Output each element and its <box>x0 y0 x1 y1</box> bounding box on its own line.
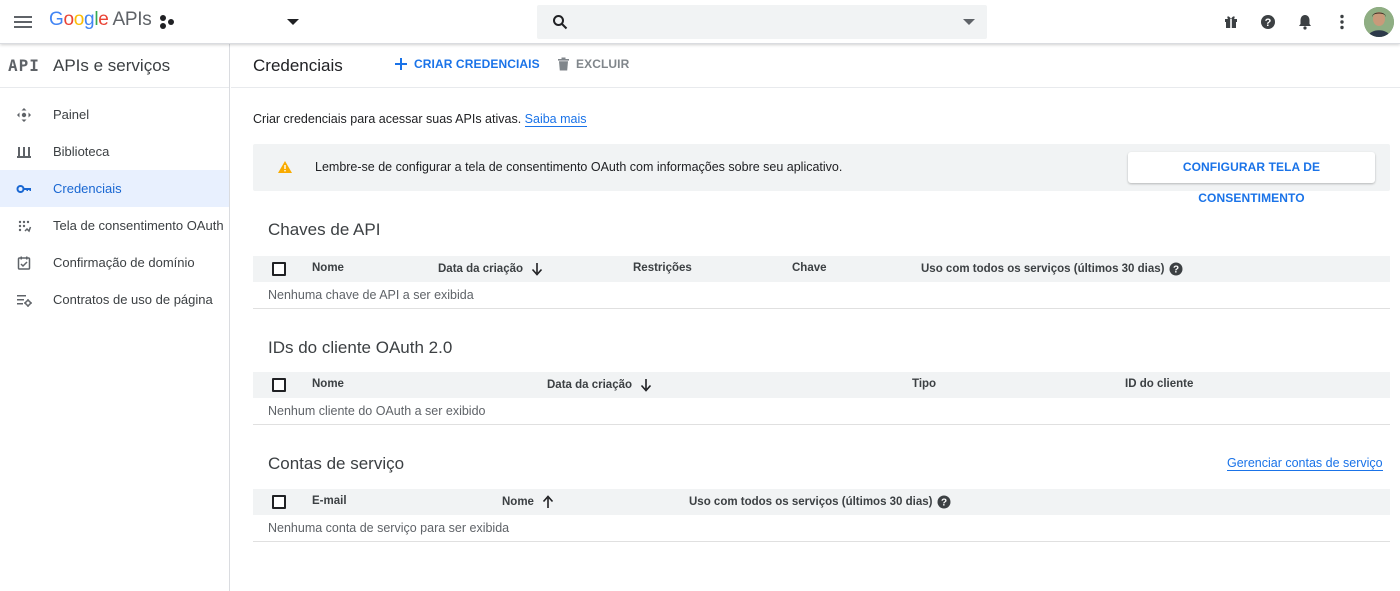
api-keys-table-header: Nome Data da criação Restrições Chave Us… <box>253 256 1390 282</box>
create-credentials-label: CRIAR CREDENCIAIS <box>414 57 540 71</box>
sidebar-item-label: Biblioteca <box>53 144 110 159</box>
oauth-table-header: Nome Data da criação Tipo ID do cliente <box>253 372 1390 398</box>
learn-more-link[interactable]: Saiba mais <box>524 112 587 127</box>
sidebar-item-credenciais[interactable]: Credenciais <box>0 170 229 207</box>
plus-icon <box>395 58 407 70</box>
sidebar-title: APIs e serviços <box>53 56 171 75</box>
column-header-uso: Uso com todos os serviços (últimos 30 di… <box>921 262 1183 276</box>
project-dropdown-caret-icon[interactable] <box>287 19 299 25</box>
sidebar-nav: Painel Biblioteca Credenciais Tela de co… <box>0 88 229 318</box>
more-vert-icon[interactable] <box>1332 12 1352 32</box>
sidebar-item-contratos-uso[interactable]: Contratos de uso de página <box>0 281 229 318</box>
service-accounts-empty-row: Nenhuma conta de serviço para ser exibid… <box>253 515 1390 542</box>
help-icon[interactable]: ? <box>1169 262 1183 276</box>
api-keys-title: Chaves de API <box>268 220 381 239</box>
menu-icon[interactable] <box>13 12 33 32</box>
oauth-empty-row: Nenhum cliente do OAuth a ser exibido <box>253 398 1390 425</box>
sidebar-item-label: Contratos de uso de página <box>53 292 213 307</box>
sidebar-item-label: Painel <box>53 107 90 122</box>
intro-text: Criar credenciais para acessar suas APIs… <box>253 112 587 127</box>
select-all-service-accounts-checkbox[interactable] <box>272 495 286 509</box>
trash-icon <box>558 57 569 71</box>
sidebar-item-painel[interactable]: Painel <box>0 96 229 133</box>
notifications-icon[interactable] <box>1295 12 1315 32</box>
empty-message: Nenhum cliente do OAuth a ser exibido <box>268 404 486 418</box>
gift-icon[interactable] <box>1221 12 1241 32</box>
search-bar[interactable] <box>537 5 987 39</box>
top-app-bar: Google APIs ? <box>0 0 1400 44</box>
sidebar-item-label: Confirmação de domínio <box>53 255 195 270</box>
column-header-nome[interactable]: Nome <box>312 262 344 274</box>
help-icon[interactable]: ? <box>1258 12 1278 32</box>
svg-text:?: ? <box>941 498 947 509</box>
column-header-id-cliente: ID do cliente <box>1125 378 1194 390</box>
sidebar: API APIs e serviços Painel Biblioteca Cr… <box>0 44 230 591</box>
sort-descending-icon <box>640 379 652 392</box>
oauth-warning-banner: Lembre-se de configurar a tela de consen… <box>253 144 1390 205</box>
consent-icon <box>18 220 32 233</box>
sort-ascending-icon <box>542 495 554 508</box>
dashboard-icon <box>17 108 31 122</box>
column-header-chave: Chave <box>792 262 827 274</box>
page-settings-icon <box>17 295 32 307</box>
main-content: Credenciais CRIAR CREDENCIAIS EXCLUIR Cr… <box>231 44 1400 591</box>
sidebar-item-label: Credenciais <box>53 181 122 196</box>
sidebar-item-tela-consentimento[interactable]: Tela de consentimento OAuth <box>0 207 229 244</box>
key-icon <box>16 185 31 193</box>
sidebar-item-label: Tela de consentimento OAuth <box>53 218 224 233</box>
api-keys-empty-row: Nenhuma chave de API a ser exibida <box>253 282 1390 309</box>
create-credentials-button[interactable]: CRIAR CREDENCIAIS <box>394 57 540 71</box>
manage-service-accounts-link[interactable]: Gerenciar contas de serviço <box>1227 456 1383 471</box>
library-icon <box>17 147 31 158</box>
column-header-nome[interactable]: Nome <box>502 495 554 509</box>
google-apis-logo[interactable]: Google APIs <box>49 9 152 31</box>
search-icon <box>553 15 568 30</box>
avatar[interactable] <box>1364 7 1394 37</box>
service-accounts-table-header: E-mail Nome Uso com todos os serviços (ú… <box>253 489 1390 515</box>
domain-check-icon <box>17 256 31 270</box>
configure-consent-screen-button[interactable]: CONFIGURAR TELA DE CONSENTIMENTO <box>1128 152 1375 205</box>
column-header-data-criacao[interactable]: Data da criação <box>547 378 652 392</box>
column-header-nome[interactable]: Nome <box>312 378 344 390</box>
page-title: Credenciais <box>253 56 343 75</box>
sidebar-item-biblioteca[interactable]: Biblioteca <box>0 133 229 170</box>
empty-message: Nenhuma conta de serviço para ser exibid… <box>268 521 510 535</box>
oauth-clients-title: IDs do cliente OAuth 2.0 <box>268 338 453 357</box>
api-logo: API <box>8 56 40 75</box>
delete-label: EXCLUIR <box>576 57 630 71</box>
delete-button[interactable]: EXCLUIR <box>557 57 629 71</box>
page-toolbar: Credenciais CRIAR CREDENCIAIS EXCLUIR <box>231 44 1400 88</box>
sidebar-header: API APIs e serviços <box>0 44 229 88</box>
warning-icon <box>278 161 292 173</box>
search-input[interactable] <box>581 11 941 33</box>
column-header-restricoes: Restrições <box>633 262 692 274</box>
select-all-oauth-checkbox[interactable] <box>272 378 286 392</box>
service-accounts-title: Contas de serviço <box>268 454 405 473</box>
column-header-tipo: Tipo <box>912 378 937 390</box>
select-all-api-keys-checkbox[interactable] <box>272 262 286 276</box>
sidebar-item-confirmacao-dominio[interactable]: Confirmação de domínio <box>0 244 229 281</box>
help-icon[interactable]: ? <box>937 495 951 509</box>
project-icon[interactable] <box>158 13 176 31</box>
column-header-data-criacao[interactable]: Data da criação <box>438 262 543 276</box>
svg-text:?: ? <box>1173 265 1179 276</box>
column-header-email[interactable]: E-mail <box>312 495 347 507</box>
banner-message: Lembre-se de configurar a tela de consen… <box>315 160 843 174</box>
svg-text:?: ? <box>1265 17 1272 29</box>
sort-descending-icon <box>531 263 543 276</box>
empty-message: Nenhuma chave de API a ser exibida <box>268 288 474 302</box>
search-options-caret-icon[interactable] <box>963 19 975 25</box>
column-header-uso: Uso com todos os serviços (últimos 30 di… <box>689 495 951 509</box>
